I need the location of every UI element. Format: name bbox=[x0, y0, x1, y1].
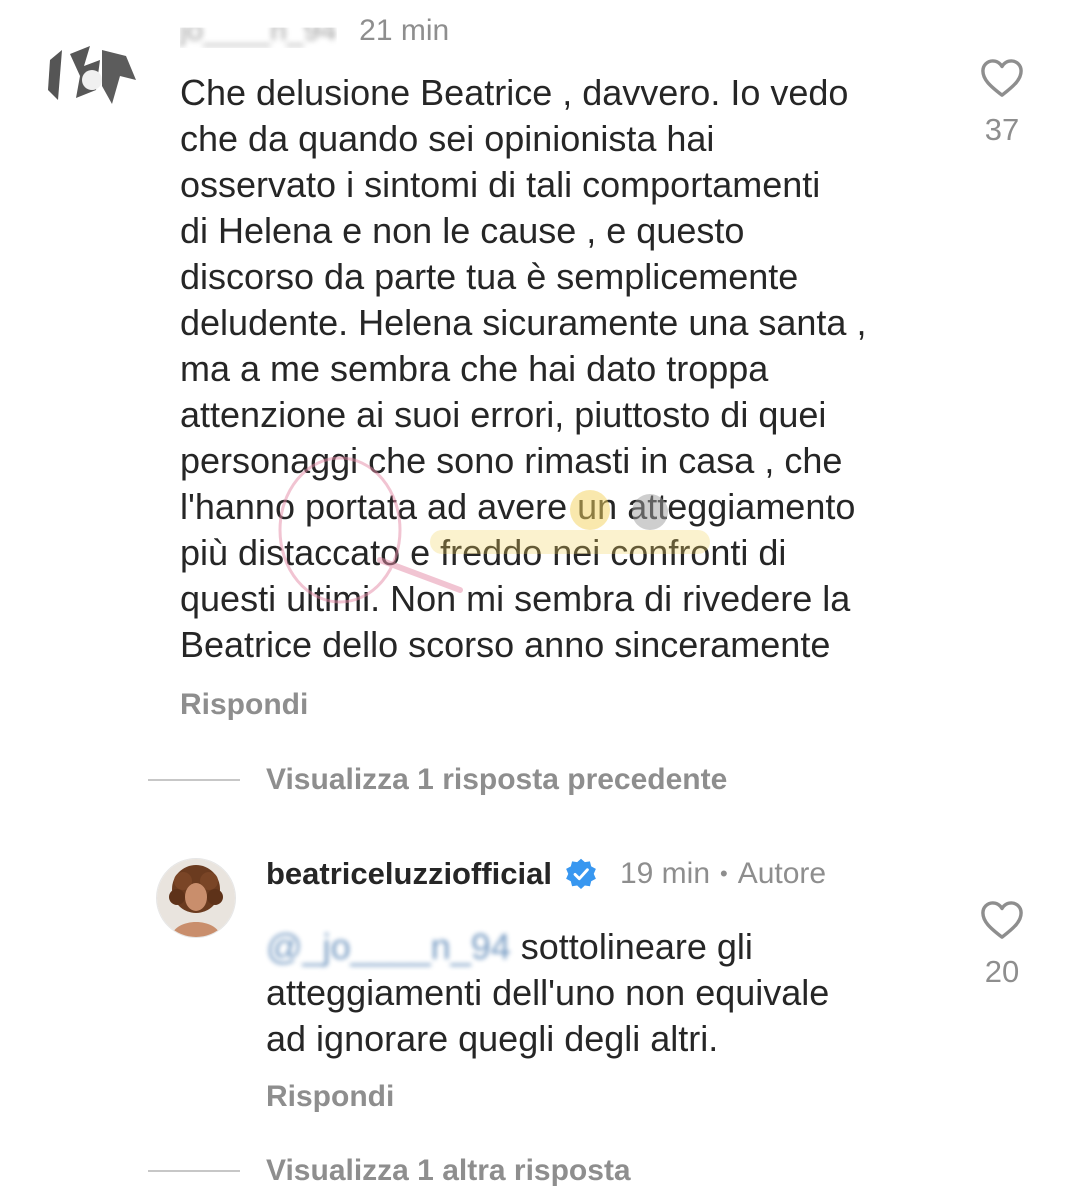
comment-line: di Helena e non le cause , e questo bbox=[180, 210, 745, 251]
reply-header: beatriceluzziofficial 19 min • Autore bbox=[266, 856, 826, 892]
like-count: 37 bbox=[984, 112, 1020, 147]
comment-like[interactable]: 37 bbox=[972, 56, 1032, 148]
reply-time: 19 min bbox=[619, 857, 711, 890]
comment-line: questi ultimi. Non mi sembra di rivedere… bbox=[180, 578, 851, 619]
heart-outline-icon[interactable] bbox=[979, 56, 1025, 98]
comment-line: Beatrice dello scorso anno sinceramente bbox=[180, 624, 831, 665]
thread-divider bbox=[148, 779, 240, 781]
reply-button[interactable]: Rispondi bbox=[266, 1080, 394, 1114]
comment-line: deludente. Helena sicuramente una santa … bbox=[180, 302, 867, 343]
comment-line: più distaccato e freddo nei confronti di bbox=[180, 532, 787, 573]
like-count: 20 bbox=[984, 954, 1020, 989]
comment-line: Che delusione Beatrice , davvero. Io ved… bbox=[180, 72, 849, 113]
author-avatar[interactable] bbox=[156, 858, 236, 938]
author-badge-label: Autore bbox=[737, 857, 827, 890]
heart-outline-icon[interactable] bbox=[979, 898, 1025, 940]
reply-line: @_jo____n_94 sottolineare gli bbox=[266, 924, 956, 970]
comment-body: Che delusione Beatrice , davvero. Io ved… bbox=[180, 70, 940, 668]
comment-time: 21 min bbox=[359, 14, 450, 47]
reply-like[interactable]: 20 bbox=[972, 898, 1032, 990]
commenter-avatar[interactable] bbox=[40, 20, 144, 124]
reply-body: @_jo____n_94 sottolineare gli atteggiame… bbox=[266, 924, 956, 1062]
view-previous-label: Visualizza 1 risposta precedente bbox=[266, 763, 728, 796]
view-more-label: Visualizza 1 altra risposta bbox=[266, 1154, 631, 1187]
mention-link[interactable]: @_jo____n_94 bbox=[266, 926, 511, 967]
separator-dot: • bbox=[720, 861, 728, 886]
comment-line: discorso da parte tua è semplicemente bbox=[180, 256, 799, 297]
reply-line: ad ignorare quegli degli altri. bbox=[266, 1018, 719, 1059]
verified-badge-icon bbox=[566, 858, 596, 889]
comment-line: osservato i sintomi di tali comportament… bbox=[180, 164, 821, 205]
reply-button[interactable]: Rispondi bbox=[180, 688, 308, 722]
comment-line: attenzione ai suoi errori, piuttosto di … bbox=[180, 394, 827, 435]
reply-line-rest: sottolineare gli bbox=[510, 926, 753, 967]
view-previous-replies[interactable]: Visualizza 1 risposta precedente bbox=[148, 763, 727, 797]
comment-line: l'hanno portata ad avere un atteggiament… bbox=[180, 486, 856, 527]
thread-divider bbox=[148, 1170, 240, 1172]
comment-username[interactable]: jo____n_94 bbox=[180, 28, 337, 48]
author-username[interactable]: beatriceluzziofficial bbox=[266, 856, 552, 892]
comment-line: ma a me sembra che hai dato troppa bbox=[180, 348, 769, 389]
reply-line: atteggiamenti dell'uno non equivale bbox=[266, 972, 830, 1013]
comment-meta: jo____n_94 21 min bbox=[180, 14, 449, 48]
comment-line: che da quando sei opinionista hai bbox=[180, 118, 715, 159]
comment-line: personaggi che sono rimasti in casa , ch… bbox=[180, 440, 843, 481]
view-more-replies[interactable]: Visualizza 1 altra risposta bbox=[148, 1154, 631, 1188]
